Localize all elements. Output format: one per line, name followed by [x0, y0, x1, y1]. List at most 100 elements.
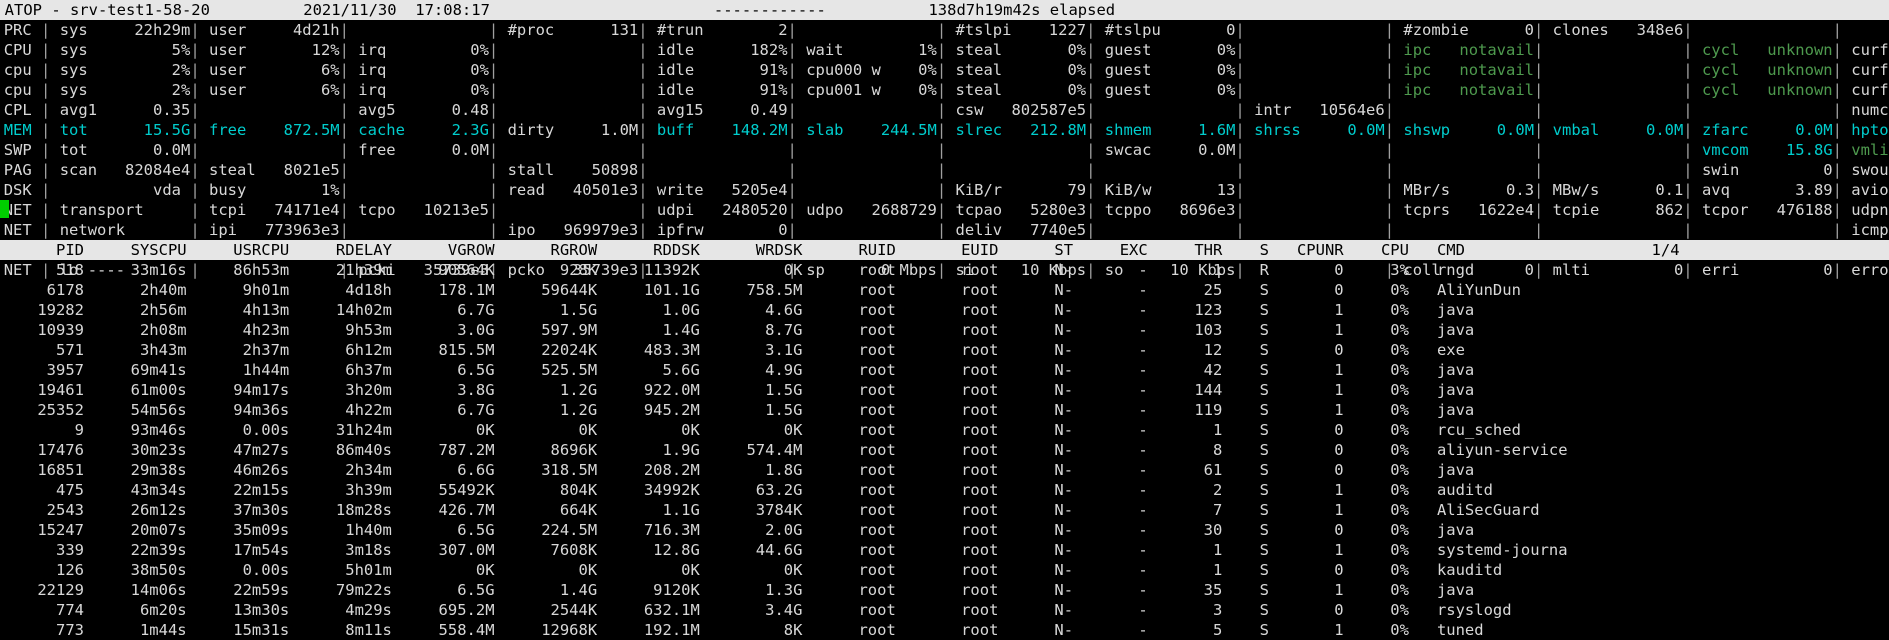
table-row[interactable]: 192822h56m4h13m14h02m6.7G1.5G1.0G4.6Groo…: [0, 300, 1889, 320]
process-column-header-ruid[interactable]: RUID: [802, 240, 895, 260]
sys-cell: |: [1534, 80, 1683, 100]
sys-cell-separator: |: [788, 21, 797, 39]
process-cell-rgrow: 224.5M: [495, 520, 598, 540]
process-cell-cpu: 0%: [1344, 320, 1409, 340]
process-cell-vgrow: 6.7G: [392, 300, 495, 320]
sys-cell-key: sys: [50, 80, 87, 100]
sys-cell-body: curf2.49GHz: [1842, 60, 1889, 80]
sys-cell: |MBr/s0.3: [1385, 180, 1534, 200]
sys-cell-value: 0%: [386, 60, 489, 80]
sys-cell: |clones348e6: [1534, 20, 1683, 40]
table-row[interactable]: 1685129m38s46m26s2h34m6.6G318.5M208.2M1.…: [0, 460, 1889, 480]
sys-cell: |csw802587e5: [937, 100, 1086, 120]
table-row[interactable]: 33922m39s17m54s3m18s307.0M7608K12.8G44.6…: [0, 540, 1889, 560]
sys-cell-separator: |: [1683, 41, 1692, 59]
sys-cell: |: [1385, 160, 1534, 180]
process-cell-syscpu: 33m16s: [84, 260, 187, 280]
table-row[interactable]: 61782h40m9h01m4d18h178.1M59644K101.1G758…: [0, 280, 1889, 300]
sys-cell: |buff148.2M: [638, 120, 787, 140]
sys-cell-separator: |: [190, 141, 199, 159]
process-table[interactable]: PIDSYSCPUUSRCPURDELAYVGROWRGROWRDDSKWRDS…: [0, 240, 1889, 640]
process-column-header-rgrow[interactable]: RGROW: [495, 240, 598, 260]
process-cell-cpu: 0%: [1344, 480, 1409, 500]
process-cell-cpunr: 1: [1269, 380, 1344, 400]
table-row[interactable]: 1524720m07s35m09s1h40m6.5G224.5M716.3M2.…: [0, 520, 1889, 540]
process-column-header-rddsk[interactable]: RDDSK: [597, 240, 700, 260]
process-column-header-cmd[interactable]: CMD: [1409, 240, 1605, 260]
sys-cell-body: tot0.0M: [50, 140, 190, 160]
sys-cell: |tcpo10213e5: [340, 200, 489, 220]
table-row[interactable]: 7731m44s15m31s8m11s558.4M12968K192.1M8Kr…: [0, 620, 1889, 640]
process-cell-syscpu: 69m41s: [84, 360, 187, 380]
sys-cell-value: 148.2M: [694, 120, 787, 140]
process-cell-rddsk: 716.3M: [597, 520, 700, 540]
process-column-header-cpu[interactable]: CPU: [1344, 240, 1409, 260]
table-row[interactable]: 12638m50s0.00s5h01m0K0K0K0KrootrootN--1S…: [0, 560, 1889, 580]
table-row[interactable]: 395769m41s1h44m6h37m6.5G525.5M5.6G4.9Gro…: [0, 360, 1889, 380]
sys-cell: |: [340, 160, 489, 180]
sys-cell-separator: |: [638, 201, 647, 219]
sys-cell-separator: |: [937, 61, 946, 79]
process-column-header-st[interactable]: ST: [998, 240, 1073, 260]
process-cell-s: S: [1222, 460, 1269, 480]
sys-cell-separator: |: [340, 181, 349, 199]
process-cell-pid: 25352: [0, 400, 84, 420]
process-column-header-thr[interactable]: THR: [1148, 240, 1223, 260]
sys-cell-separator: |: [1534, 121, 1543, 139]
process-cell-pid: 571: [0, 340, 84, 360]
sys-cell-value: 244.5M: [844, 120, 937, 140]
sys-cell: |udpi2480520: [638, 200, 787, 220]
process-cell-rdelay: 6h37m: [289, 360, 392, 380]
process-column-header-usrcpu[interactable]: USRCPU: [187, 240, 290, 260]
process-cell-cpunr: 0: [1269, 460, 1344, 480]
process-column-header-syscpu[interactable]: SYSCPU: [84, 240, 187, 260]
process-cell-st: N-: [998, 440, 1073, 460]
table-row[interactable]: 7746m20s13m30s4m29s695.2M2544K632.1M3.4G…: [0, 600, 1889, 620]
process-column-header-cpunr[interactable]: CPUNR: [1269, 240, 1344, 260]
table-row[interactable]: 1946161m00s94m17s3h20m3.8G1.2G922.0M1.5G…: [0, 380, 1889, 400]
table-row[interactable]: 47543m34s22m15s3h39m55492K804K34992K63.2…: [0, 480, 1889, 500]
sys-cell-separator: |: [638, 161, 647, 179]
process-cell-exc: -: [1073, 460, 1148, 480]
process-column-header-exc[interactable]: EXC: [1073, 240, 1148, 260]
sys-cell-separator: |: [1833, 21, 1842, 39]
sys-row-label: CPL: [0, 100, 41, 120]
sys-cell: |cpu000 w0%: [788, 60, 937, 80]
process-cell-rgrow: 1.2G: [495, 400, 598, 420]
sys-cell-value: 13: [1151, 180, 1235, 200]
sys-cell-value: 2688729: [844, 200, 937, 220]
table-row[interactable]: 51833m16s86h53m21h39m90564K928K11392K0Kr…: [0, 260, 1889, 280]
sys-cell-body: csw802587e5: [946, 100, 1086, 120]
sys-cell-key: tcpao: [946, 200, 1002, 220]
sys-cell-separator: |: [1683, 141, 1692, 159]
sys-cell-key: avg15: [648, 100, 704, 120]
sys-cell-body: udpo2688729: [797, 200, 937, 220]
table-row[interactable]: 5713h43m2h37m6h12m815.5M22024K483.3M3.1G…: [0, 340, 1889, 360]
process-column-header-rdelay[interactable]: RDELAY: [289, 240, 392, 260]
table-row[interactable]: 1747630m23s47m27s86m40s787.2M8696K1.9G57…: [0, 440, 1889, 460]
sys-cell-separator: |: [41, 21, 50, 39]
sys-cell-body: read40501e3: [498, 180, 638, 200]
sys-cell-key: MBw/s: [1543, 180, 1599, 200]
table-row[interactable]: 2535254m56s94m36s4h22m6.7G1.2G945.2M1.5G…: [0, 400, 1889, 420]
process-cell-st: N-: [998, 620, 1073, 640]
sys-cell-key: sys: [50, 40, 87, 60]
sys-row-label: PRC: [0, 20, 41, 40]
table-row[interactable]: 993m46s0.00s31h24m0K0K0K0KrootrootN--1S0…: [0, 420, 1889, 440]
process-cell-usrcpu: 86h53m: [187, 260, 290, 280]
sys-cell-key: udpnp: [1842, 200, 1889, 220]
process-column-header-euid[interactable]: EUID: [896, 240, 999, 260]
process-column-header-pid[interactable]: PID: [0, 240, 84, 260]
process-column-header-vgrow[interactable]: VGROW: [392, 240, 495, 260]
process-cell-rdelay: 2h34m: [289, 460, 392, 480]
process-column-header-wrdsk[interactable]: WRDSK: [700, 240, 803, 260]
process-cell-vgrow: 6.6G: [392, 460, 495, 480]
process-column-header-s[interactable]: S: [1222, 240, 1269, 260]
table-row[interactable]: 109392h08m4h23m9h53m3.0G597.9M1.4G8.7Gro…: [0, 320, 1889, 340]
process-cell-syscpu: 2h40m: [84, 280, 187, 300]
process-cell-cmd: java: [1409, 400, 1605, 420]
table-row[interactable]: 2212914m06s22m59s79m22s6.5G1.4G9120K1.3G…: [0, 580, 1889, 600]
process-cell-usrcpu: 94m17s: [187, 380, 290, 400]
sys-cell: |: [788, 100, 937, 120]
table-row[interactable]: 254326m12s37m30s18m28s426.7M664K1.1G3784…: [0, 500, 1889, 520]
